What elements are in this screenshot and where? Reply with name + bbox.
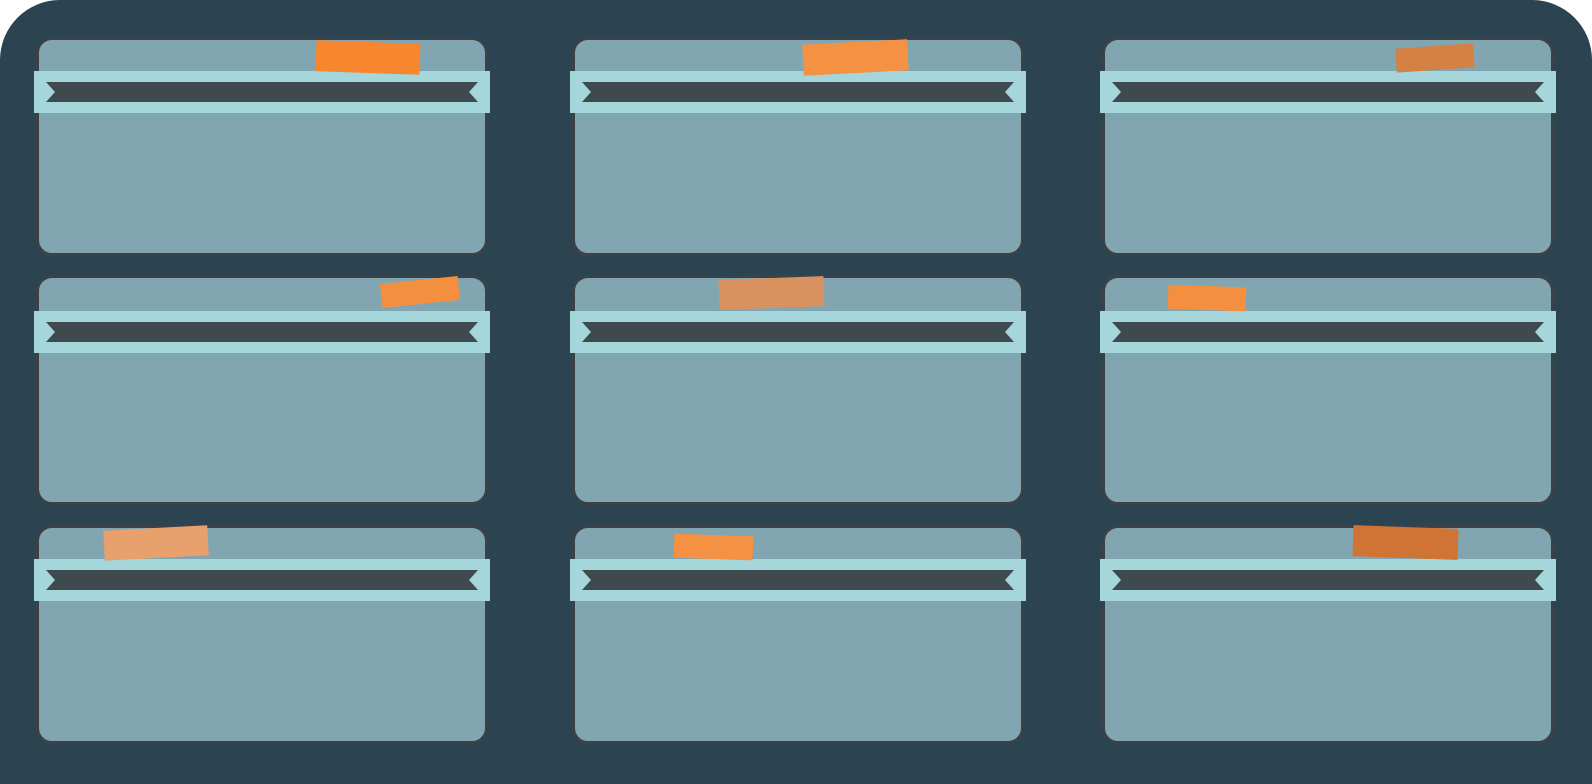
handle-slot — [582, 82, 1014, 102]
handle-slot — [1112, 322, 1544, 342]
handle-slot — [582, 570, 1014, 590]
drawer-r3-c2[interactable] — [572, 525, 1024, 744]
drawer-r2-c2[interactable] — [572, 275, 1024, 505]
handle-slot-shape — [582, 82, 1014, 102]
handle-slot — [582, 322, 1014, 342]
handle-slot-shape — [1112, 570, 1544, 590]
label-tape — [673, 533, 754, 561]
handle-slot — [46, 82, 478, 102]
handle-slot-shape — [1112, 322, 1544, 342]
drawer-r1-c3[interactable] — [1102, 37, 1554, 256]
label-tape — [315, 40, 421, 75]
handle-slot-shape — [1112, 82, 1544, 102]
handle-slot-shape — [46, 82, 478, 102]
drawer-handle-rail[interactable] — [570, 311, 1026, 353]
handle-slot — [46, 322, 478, 342]
handle-slot — [1112, 82, 1544, 102]
drawer-handle-rail[interactable] — [1100, 311, 1556, 353]
drawer-r2-c1[interactable] — [36, 275, 488, 505]
drawer-handle-rail[interactable] — [570, 559, 1026, 601]
handle-slot — [1112, 570, 1544, 590]
handle-slot-shape — [582, 322, 1014, 342]
drawer-handle-rail[interactable] — [1100, 71, 1556, 113]
drawer-r1-c1[interactable] — [36, 37, 488, 256]
drawer-handle-rail[interactable] — [34, 559, 490, 601]
drawer-cabinet-board — [0, 0, 1592, 784]
label-tape — [718, 276, 825, 310]
label-tape — [1352, 525, 1459, 560]
drawer-handle-rail[interactable] — [34, 311, 490, 353]
handle-slot-shape — [46, 570, 478, 590]
drawer-handle-rail[interactable] — [570, 71, 1026, 113]
drawer-handle-rail[interactable] — [34, 71, 490, 113]
drawer-r2-c3[interactable] — [1102, 275, 1554, 505]
drawer-r3-c3[interactable] — [1102, 525, 1554, 744]
label-tape — [802, 39, 909, 76]
label-tape — [103, 525, 209, 561]
label-tape — [1167, 284, 1247, 312]
drawer-handle-rail[interactable] — [1100, 559, 1556, 601]
handle-slot-shape — [582, 570, 1014, 590]
handle-slot — [46, 570, 478, 590]
handle-slot-shape — [46, 322, 478, 342]
drawer-r1-c2[interactable] — [572, 37, 1024, 256]
